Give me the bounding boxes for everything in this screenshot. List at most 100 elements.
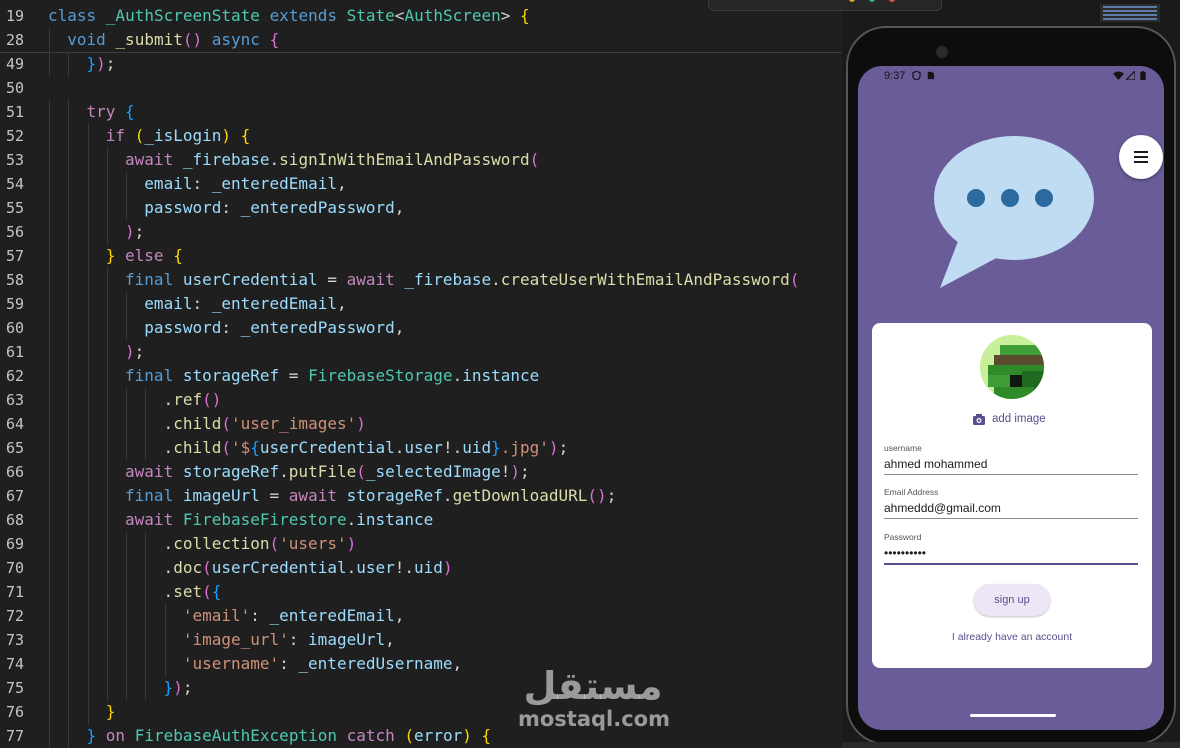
code-token: ;: [105, 54, 116, 73]
indent-guide: [106, 676, 108, 700]
code-line[interactable]: 49});: [0, 52, 842, 76]
code-token: >: [500, 6, 521, 25]
code-line[interactable]: 62 final storageRef = FirebaseStorage.ins…: [0, 364, 842, 388]
code-line[interactable]: 60 password: _enteredPassword,: [0, 316, 842, 340]
code-token: await: [346, 270, 405, 289]
home-indicator[interactable]: [970, 714, 1056, 717]
code-line[interactable]: 58 final userCredential = await _firebase…: [0, 268, 842, 292]
code-token: =: [269, 486, 289, 505]
code-line[interactable]: 66 await storageRef.putFile(_selectedImag…: [0, 460, 842, 484]
indent-guide: [126, 652, 128, 676]
indent-guide: [106, 652, 108, 676]
code-line[interactable]: 76}: [0, 700, 842, 724]
code-line[interactable]: 54 email: _enteredEmail,: [0, 172, 842, 196]
indent-guide: [126, 412, 128, 436]
code-line[interactable]: 55 password: _enteredPassword,: [0, 196, 842, 220]
code-token: ): [510, 462, 521, 481]
code-line[interactable]: 69 .collection('users'): [0, 532, 842, 556]
code-line[interactable]: 68 await FirebaseFirestore.instance: [0, 508, 842, 532]
code-token: State: [346, 6, 395, 25]
code-token: async: [202, 30, 270, 49]
code-line[interactable]: 56);: [0, 220, 842, 244]
indent-guide: [49, 52, 50, 76]
indent-guide: [106, 268, 108, 292]
indent-guide: [68, 172, 70, 196]
shield-icon: [912, 71, 921, 80]
code-line[interactable]: 67 final imageUrl = await storageRef.getD…: [0, 484, 842, 508]
indent-guide: [49, 244, 50, 268]
code-line[interactable]: 59 email: _enteredEmail,: [0, 292, 842, 316]
indent-guide: [126, 676, 128, 700]
code-text: password: _enteredPassword,: [144, 316, 404, 340]
code-line[interactable]: 52 if (_isLogin) {: [0, 124, 842, 148]
watermark-arabic: مستقل: [523, 664, 663, 708]
line-number: 49: [6, 55, 25, 73]
code-line[interactable]: 65 .child('${userCredential.user!.uid}.jp…: [0, 436, 842, 460]
code-token: ): [462, 726, 472, 745]
add-image-button[interactable]: add image: [972, 410, 1046, 428]
indent-guide: [164, 652, 166, 676]
code-line[interactable]: 70 .doc(userCredential.user!.uid): [0, 556, 842, 580]
code-line[interactable]: 50: [0, 76, 842, 100]
switch-to-login-link[interactable]: I already have an account: [872, 631, 1152, 643]
indent-guide: [87, 412, 89, 436]
indent-guide: [106, 484, 108, 508]
code-token: .: [491, 270, 501, 289]
stop-icon[interactable]: [889, 0, 895, 2]
sign-up-button[interactable]: sign up: [974, 584, 1050, 616]
indent-guide: [68, 556, 70, 580]
indent-guide: [49, 484, 50, 508]
indent-guide: [68, 244, 70, 268]
code-token: .: [452, 366, 463, 385]
indent-guide: [49, 172, 50, 196]
username-label: username: [884, 443, 922, 453]
line-number: 58: [6, 271, 25, 289]
code-line[interactable]: 71 .set({: [0, 580, 842, 604]
indent-guide: [87, 268, 89, 292]
password-field[interactable]: Password ••••••••••: [884, 531, 1138, 565]
indent-guide: [106, 508, 108, 532]
code-line[interactable]: 77} on FirebaseAuthException catch (erro…: [0, 724, 842, 748]
code-token: =: [327, 270, 347, 289]
code-line[interactable]: 74 'username': _enteredUsername,: [0, 652, 842, 676]
indent-guide: [87, 172, 89, 196]
signal-icon: [1126, 71, 1135, 80]
username-field[interactable]: username ahmed mohammed: [884, 442, 1138, 475]
code-line[interactable]: 61);: [0, 340, 842, 364]
line-number: 73: [6, 631, 25, 649]
indent-guide: [106, 556, 108, 580]
code-token: .: [163, 390, 174, 409]
code-text: await storageRef.putFile(_selectedImage!…: [125, 460, 530, 484]
code-line[interactable]: 57} else {: [0, 244, 842, 268]
avatar[interactable]: [980, 335, 1044, 399]
line-number: 65: [6, 439, 25, 457]
code-token: .jpg': [500, 438, 549, 457]
code-line[interactable]: 75});: [0, 676, 842, 700]
code-token: _enteredPassword: [240, 198, 395, 217]
code-text: await _firebase.signInWithEmailAndPasswo…: [125, 148, 539, 172]
indent-guide: [106, 196, 108, 220]
sticky-scroll-divider: [0, 52, 842, 53]
code-token: 'email': [182, 606, 251, 625]
code-token: ): [356, 414, 366, 433]
code-line[interactable]: 73 'image_url': imageUrl,: [0, 628, 842, 652]
code-line[interactable]: 72 'email': _enteredEmail,: [0, 604, 842, 628]
code-line[interactable]: 53 await _firebase.signInWithEmailAndPass…: [0, 148, 842, 172]
indent-guide: [126, 556, 128, 580]
debug-toolbar[interactable]: [708, 0, 942, 11]
code-line[interactable]: 28 void _submit() async {: [0, 28, 842, 52]
indent-guide: [126, 580, 128, 604]
code-editor[interactable]: 19 class _AuthScreenState extends State<A…: [0, 0, 842, 748]
restart-icon[interactable]: [869, 0, 875, 2]
code-line[interactable]: 51 try {: [0, 100, 842, 124]
code-token: 'username': [182, 654, 280, 673]
indent-guide: [49, 220, 50, 244]
indent-guide: [87, 340, 89, 364]
code-line[interactable]: 64 .child('user_images'): [0, 412, 842, 436]
hot-reload-icon[interactable]: [849, 0, 855, 2]
indent-guide: [49, 316, 50, 340]
menu-button[interactable]: [1119, 135, 1163, 179]
code-line[interactable]: 63 .ref(): [0, 388, 842, 412]
indent-guide: [126, 628, 128, 652]
email-field[interactable]: Email Address ahmeddd@gmail.com: [884, 486, 1138, 519]
